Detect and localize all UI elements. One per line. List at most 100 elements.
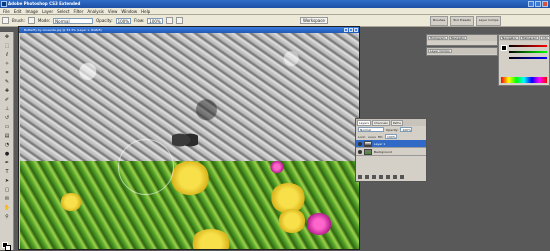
history-brush-tool-icon[interactable]: ↺ <box>2 114 12 122</box>
dock-tab-layer-comps[interactable]: Layer Comps <box>475 16 502 26</box>
color-panel-swatch[interactable] <box>501 45 507 51</box>
visibility-eye-icon[interactable] <box>358 141 362 146</box>
menu-filter[interactable]: Filter <box>73 9 83 14</box>
tab-color-info[interactable]: Info <box>540 36 550 40</box>
menu-view[interactable]: View <box>108 9 118 14</box>
layer-row-background[interactable]: Background <box>356 148 426 156</box>
tab-color-histogram[interactable]: Histogram <box>519 36 540 40</box>
yellow-flower <box>170 161 210 195</box>
crop-tool-icon[interactable]: ⌗ <box>2 69 12 77</box>
pink-flower <box>306 213 332 235</box>
new-layer-icon[interactable] <box>393 175 397 179</box>
butterfly <box>172 129 198 151</box>
brush-label: Brush: <box>12 18 25 23</box>
blend-row: Normal Opacity: 100% <box>356 126 426 133</box>
flow-field[interactable]: 100% <box>147 17 163 24</box>
red-slider[interactable] <box>509 45 547 47</box>
layer-opacity-field[interactable]: 100% <box>400 127 413 132</box>
lock-row: Lock: ▫▫▫▫ Fill: 100% <box>356 133 426 140</box>
shape-tool-icon[interactable]: ▢ <box>2 186 12 194</box>
minimize-button[interactable] <box>528 1 534 7</box>
layers-panel: Layers Channels Paths Normal Opacity: 10… <box>355 118 427 182</box>
gradient-tool-icon[interactable]: ▤ <box>2 132 12 140</box>
move-tool-icon[interactable]: ✥ <box>2 33 12 41</box>
healing-brush-tool-icon[interactable]: ✚ <box>2 87 12 95</box>
pen-tool-icon[interactable]: ✒ <box>2 159 12 167</box>
lock-icons[interactable]: ▫▫▫▫ <box>368 135 376 139</box>
menu-help[interactable]: Help <box>141 9 150 14</box>
menu-analysis[interactable]: Analysis <box>87 9 103 14</box>
blend-mode-select[interactable]: Normal <box>358 127 384 132</box>
doc-minimize-button[interactable] <box>344 28 348 32</box>
clone-stamp-tool-icon[interactable]: ⊥ <box>2 105 12 113</box>
marquee-tool-icon[interactable]: ⬚ <box>2 42 12 50</box>
type-tool-icon[interactable]: T <box>2 168 12 176</box>
visibility-eye-icon[interactable] <box>358 149 362 154</box>
brush-tool-icon[interactable]: ✐ <box>2 96 12 104</box>
workspace-button[interactable]: Workspace <box>300 17 328 24</box>
dock-tab-tool-presets[interactable]: Tool Presets <box>450 16 474 26</box>
layer-row-layer-1[interactable]: Layer 1 <box>356 140 426 148</box>
opacity-field[interactable]: 100% <box>115 17 132 24</box>
info-panel-tabs: Histogram Navigator <box>427 35 497 41</box>
layers-panel-tabs: Layers Channels Paths <box>356 119 426 126</box>
doc-close-button[interactable] <box>354 28 358 32</box>
menu-window[interactable]: Window <box>121 9 137 14</box>
tab-paths[interactable]: Paths <box>390 119 403 126</box>
fill-label: Fill: <box>378 134 384 139</box>
menu-image[interactable]: Image <box>25 9 38 14</box>
mode-select[interactable]: Normal <box>53 17 94 24</box>
layer-comps-tab-row: Layer Comps <box>427 48 497 54</box>
color-panel-tabs: Navigator Histogram Info <box>499 35 550 41</box>
brush-tool-icon[interactable] <box>2 17 9 24</box>
maximize-button[interactable] <box>535 1 541 7</box>
airbrush-icon[interactable] <box>165 17 173 24</box>
menu-layer[interactable]: Layer <box>42 9 53 14</box>
layer-style-icon[interactable] <box>365 175 369 179</box>
eraser-tool-icon[interactable]: ▭ <box>2 123 12 131</box>
app-title-bar: Adobe Photoshop CS3 Extended <box>0 0 550 8</box>
layer-thumbnail <box>364 148 372 155</box>
doc-maximize-button[interactable] <box>349 28 353 32</box>
menu-select[interactable]: Select <box>57 9 69 14</box>
menu-file[interactable]: File <box>3 9 10 14</box>
layer-name: Layer 1 <box>374 141 386 146</box>
tab-layers[interactable]: Layers <box>357 119 371 126</box>
fill-field[interactable]: 100% <box>385 134 398 139</box>
path-selection-tool-icon[interactable]: ➤ <box>2 177 12 185</box>
layer-name: Background <box>374 149 392 154</box>
background-color-swatch[interactable] <box>5 245 11 251</box>
app-title: Adobe Photoshop CS3 Extended <box>8 1 81 6</box>
eyedropper-tool-icon[interactable]: ✎ <box>2 78 12 86</box>
notes-tool-icon[interactable]: ✉ <box>2 195 12 203</box>
layer-comps-panel: Layer Comps <box>426 47 498 56</box>
zoom-tool-icon[interactable]: ⚲ <box>2 213 12 221</box>
delete-layer-icon[interactable] <box>400 175 404 179</box>
hand-tool-icon[interactable]: ✋ <box>2 204 12 212</box>
color-spectrum-ramp[interactable] <box>501 77 547 83</box>
adjustment-layer-icon[interactable] <box>379 175 383 179</box>
dodge-tool-icon[interactable]: ● <box>2 150 12 158</box>
magic-wand-tool-icon[interactable]: ✧ <box>2 60 12 68</box>
tab-navigator[interactable]: Navigator <box>448 36 468 40</box>
tab-channels[interactable]: Channels <box>371 119 390 126</box>
window-controls <box>528 1 548 7</box>
brush-picker-button[interactable] <box>27 17 35 24</box>
link-layers-icon[interactable] <box>358 175 362 179</box>
close-button[interactable] <box>542 1 548 7</box>
blue-slider[interactable] <box>509 57 547 59</box>
tab-histogram[interactable]: Histogram <box>428 36 448 40</box>
dock-tab-brushes[interactable]: Brushes <box>430 16 449 26</box>
new-group-icon[interactable] <box>386 175 390 179</box>
blur-tool-icon[interactable]: ◔ <box>2 141 12 149</box>
lasso-tool-icon[interactable]: ℓ <box>2 51 12 59</box>
layer-mask-icon[interactable] <box>372 175 376 179</box>
yellow-flower <box>60 193 82 211</box>
image-canvas[interactable] <box>20 33 359 249</box>
green-slider[interactable] <box>509 51 547 53</box>
menu-edit[interactable]: Edit <box>14 9 22 14</box>
layers-panel-footer <box>358 174 424 180</box>
tab-layer-comps[interactable]: Layer Comps <box>428 49 452 53</box>
tablet-pressure-icon[interactable] <box>175 17 183 24</box>
tab-color-navigator[interactable]: Navigator <box>500 36 519 40</box>
